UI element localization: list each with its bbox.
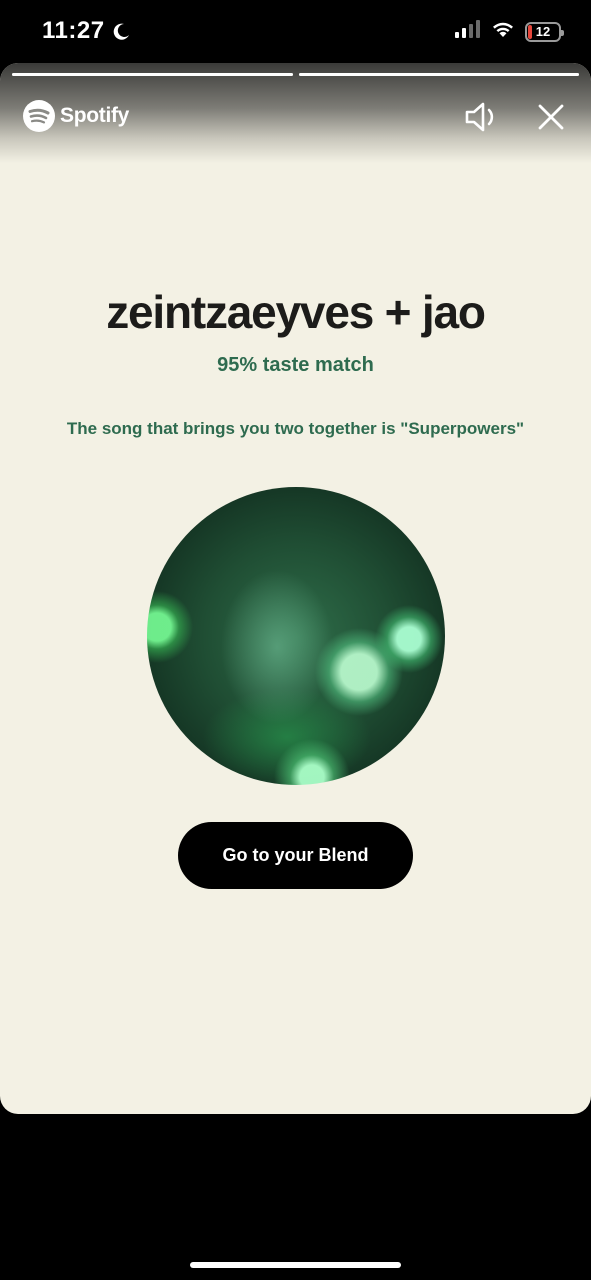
progress-fill bbox=[12, 73, 293, 76]
wifi-icon bbox=[491, 20, 515, 43]
progress-fill bbox=[298, 73, 579, 76]
progress-segment bbox=[298, 73, 579, 76]
battery-level: 12 bbox=[535, 24, 551, 39]
moon-icon bbox=[111, 21, 131, 41]
shared-song-text: The song that brings you two together is… bbox=[66, 419, 525, 438]
close-icon bbox=[538, 104, 564, 130]
story-progress bbox=[12, 73, 579, 76]
status-time-label: 11:27 bbox=[42, 17, 105, 44]
song-artwork bbox=[147, 487, 445, 785]
spotify-logo: Spotify bbox=[22, 99, 129, 133]
cellular-signal-icon bbox=[455, 20, 481, 43]
progress-segment bbox=[12, 73, 293, 76]
spotify-wordmark: Spotify bbox=[60, 104, 130, 127]
speaker-muted-icon bbox=[465, 102, 494, 132]
spotify-icon bbox=[23, 100, 55, 132]
home-indicator[interactable] bbox=[190, 1262, 401, 1268]
battery-indicator: 12 bbox=[525, 21, 564, 42]
status-bar: 11:27 12 bbox=[0, 0, 591, 64]
story-card[interactable]: Spotify zeintzaeyves + jao 95% taste mat… bbox=[0, 63, 591, 1114]
go-to-blend-button[interactable]: Go to your Blend bbox=[178, 822, 413, 889]
battery-fill bbox=[528, 24, 532, 39]
battery-nub bbox=[561, 29, 564, 36]
taste-match-label: 95% taste match bbox=[217, 354, 374, 376]
blend-title: zeintzaeyves + jao bbox=[106, 286, 486, 338]
status-time: 11:27 bbox=[42, 17, 131, 45]
sound-toggle-button[interactable] bbox=[462, 99, 502, 135]
close-button[interactable] bbox=[533, 99, 569, 135]
status-indicators: 12 bbox=[455, 20, 564, 43]
